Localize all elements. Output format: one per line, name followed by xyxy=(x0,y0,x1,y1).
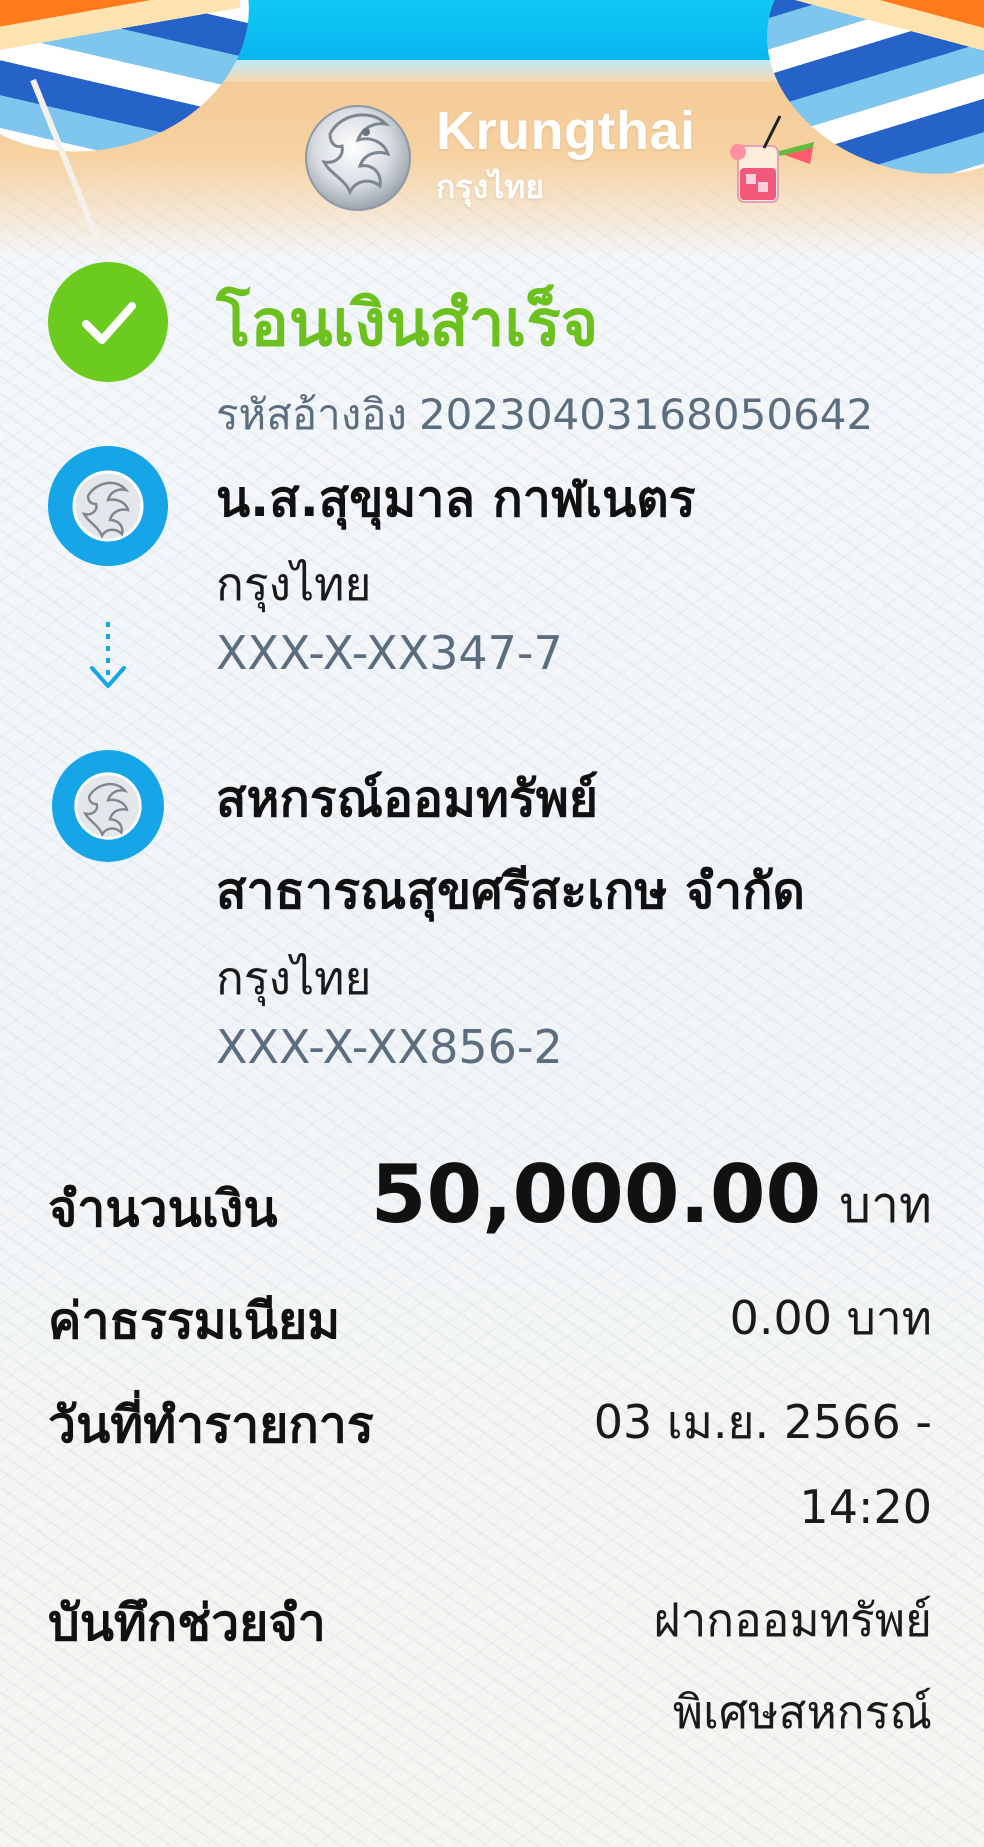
sender-name: น.ส.สุขุมาล กาฬเนตร xyxy=(216,470,696,528)
status-title: โอนเงินสำเร็จ xyxy=(216,287,599,361)
receiver-name-line1: สหกรณ์ออมทรัพย์ xyxy=(216,770,599,828)
header-banner: Krungthai กรุงไทย xyxy=(0,0,984,260)
reference-label: รหัสอ้างอิง xyxy=(216,390,407,439)
brand-name-th: กรุงไทย xyxy=(436,168,545,206)
receiver-bank: กรุงไทย xyxy=(216,951,372,1005)
date-value-line2: 14:20 xyxy=(799,1480,932,1534)
krungthai-logo-icon xyxy=(74,772,142,840)
krungthai-bird-logo-icon xyxy=(305,105,411,211)
fee-label: ค่าธรรมเนียม xyxy=(48,1292,341,1350)
krungthai-logo-icon xyxy=(72,470,144,542)
amount-unit: บาท xyxy=(839,1176,932,1234)
date-label: วันที่ทำรายการ xyxy=(48,1396,374,1454)
reference-row: รหัสอ้างอิง 20230403168050642 xyxy=(216,382,873,448)
amount-value: 50,000.00 xyxy=(370,1148,822,1241)
cocktail-icon xyxy=(730,115,814,203)
brand-name-en: Krungthai xyxy=(436,101,696,161)
memo-label: บันทึกช่วยจำ xyxy=(48,1594,326,1652)
receiver-account: XXX-X-XX856-2 xyxy=(216,1020,563,1074)
receiver-bank-logo xyxy=(52,750,164,862)
reference-number: 20230403168050642 xyxy=(418,390,874,439)
fee-value: 0.00 บาท xyxy=(729,1291,932,1345)
memo-value-line2: พิเศษสหกรณ์ xyxy=(672,1685,932,1739)
amount-label: จำนวนเงิน xyxy=(48,1180,278,1238)
sender-bank-logo xyxy=(48,446,168,566)
sender-bank: กรุงไทย xyxy=(216,557,372,611)
receiver-name-line2: สาธารณสุขศรีสะเกษ จำกัด xyxy=(216,862,805,920)
success-check-badge xyxy=(48,262,168,382)
amount-value-row: 50,000.00 บาท xyxy=(371,1148,932,1245)
date-value-line1: 03 เม.ย. 2566 - xyxy=(593,1395,932,1449)
sender-account: XXX-X-XX347-7 xyxy=(216,626,563,680)
memo-value-line1: ฝากออมทรัพย์ xyxy=(653,1593,932,1647)
arrow-down-icon xyxy=(90,622,126,688)
check-icon xyxy=(82,302,136,344)
